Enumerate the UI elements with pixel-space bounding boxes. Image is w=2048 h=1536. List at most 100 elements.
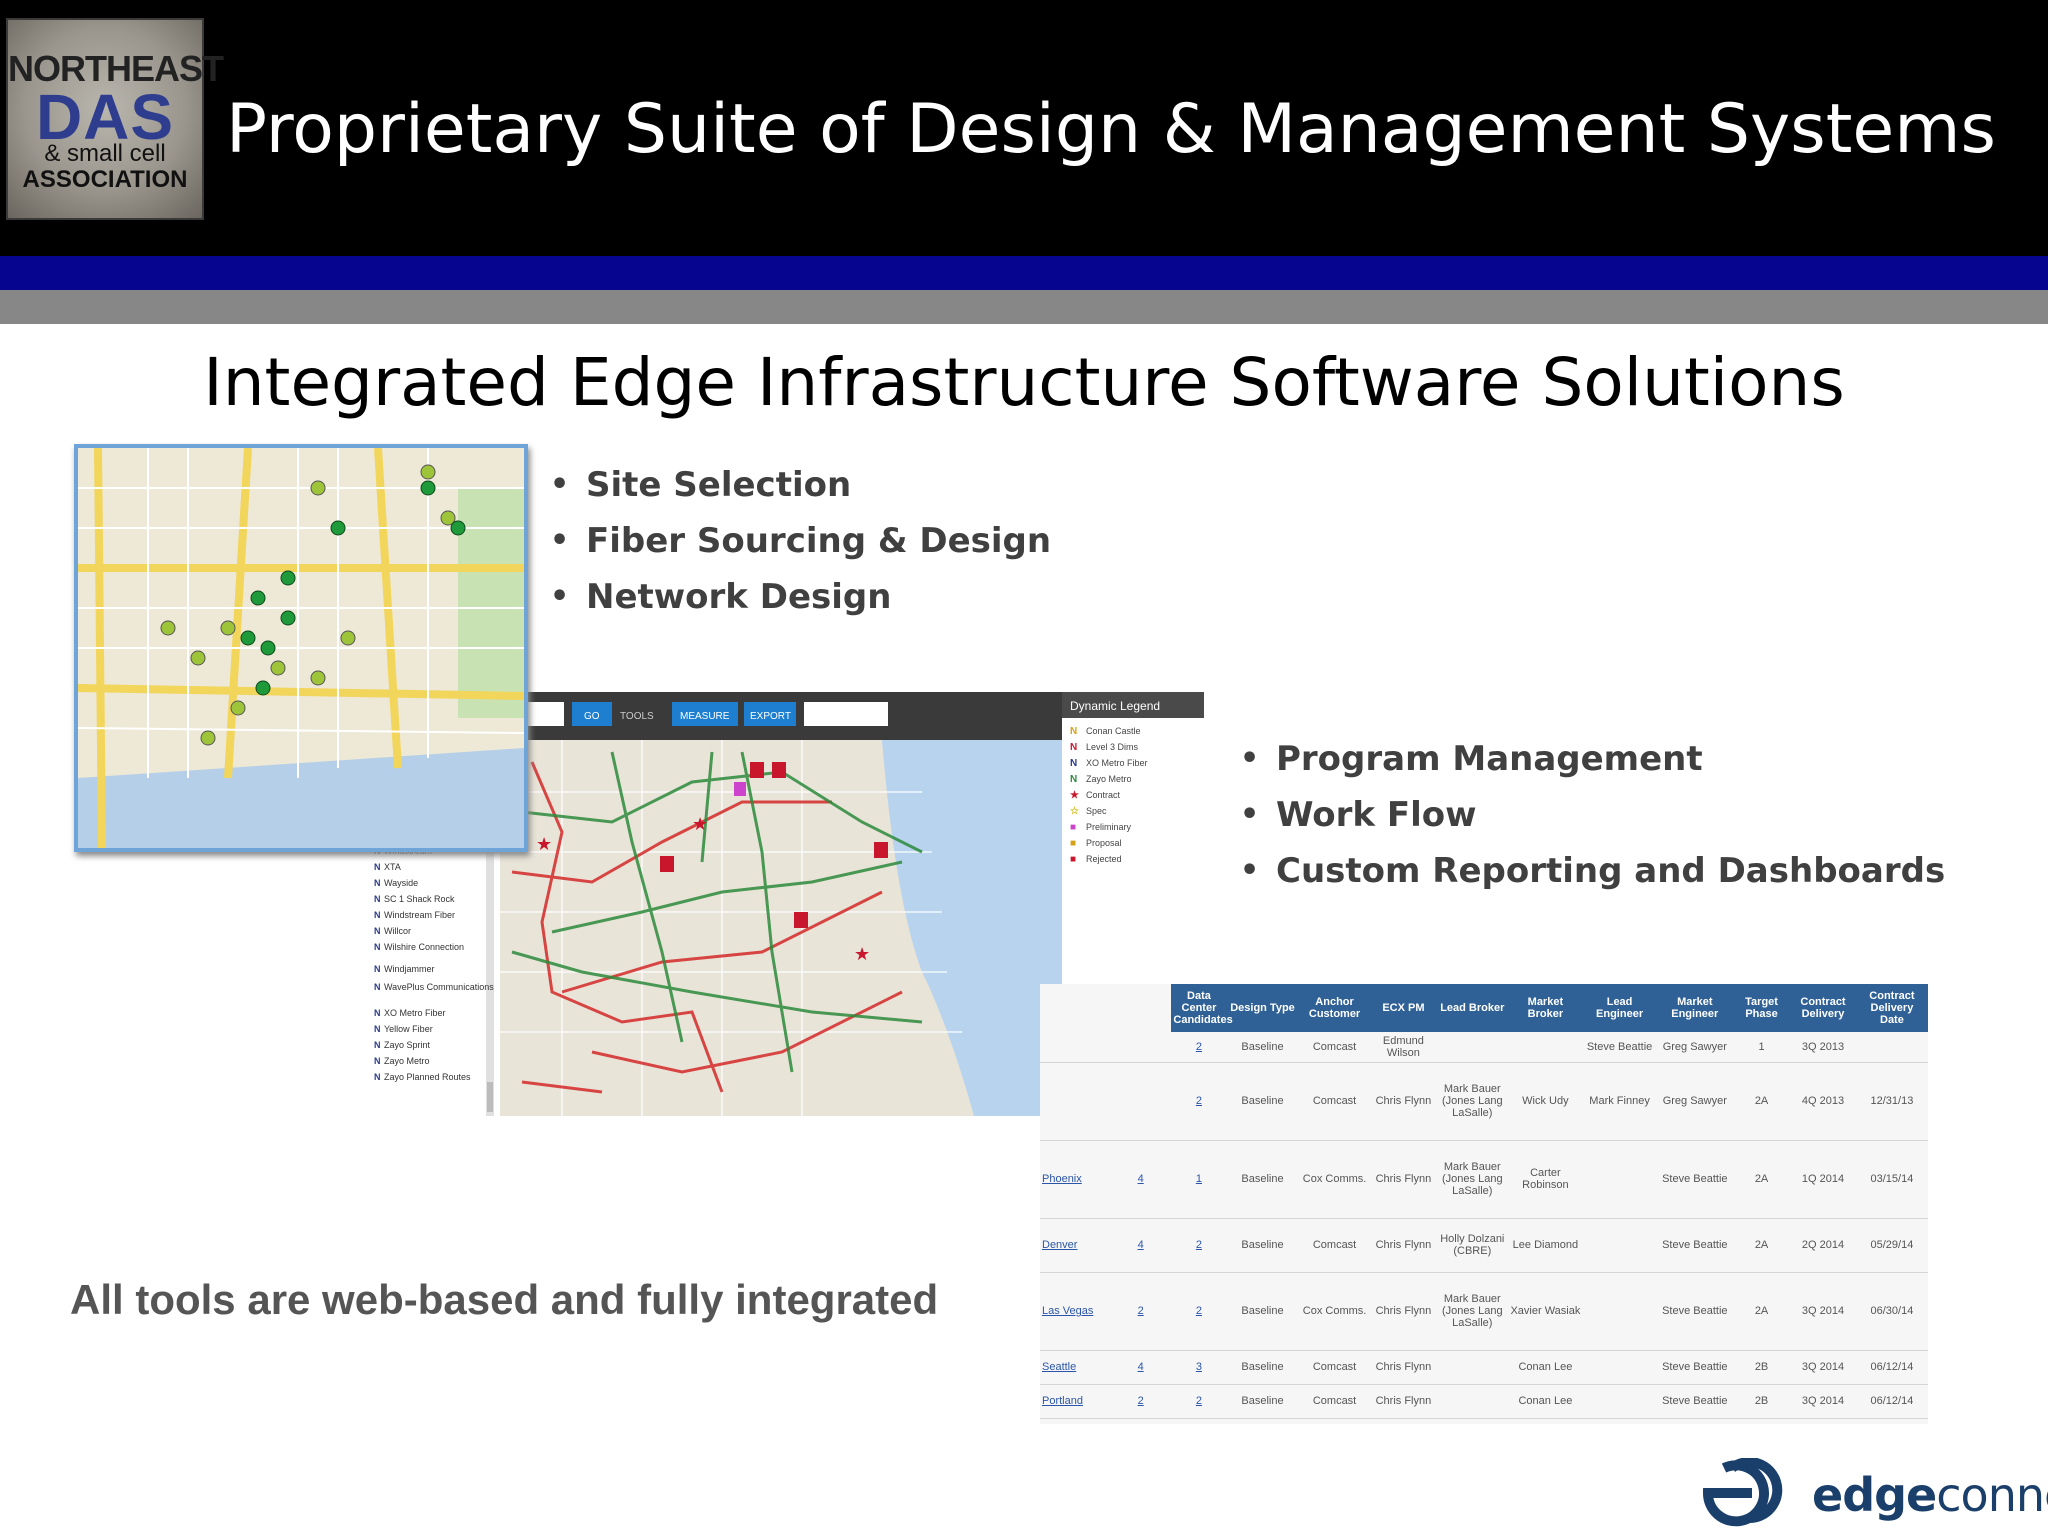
bullet-item: Network Design	[550, 569, 1051, 625]
column-header[interactable]: ECX PM	[1370, 984, 1437, 1032]
table-cell: 3	[1171, 1350, 1227, 1385]
legend-item: Level 3 Dims	[1086, 742, 1139, 752]
layer-item[interactable]: SC 1 Shack Rock	[384, 894, 455, 904]
go-button-label: GO	[584, 711, 600, 722]
column-header[interactable]: Lead Broker	[1436, 984, 1509, 1032]
count-link[interactable]: 2	[1196, 1239, 1202, 1251]
svg-text:★: ★	[692, 814, 708, 835]
table-cell: 06/30/14	[1855, 1272, 1928, 1351]
layer-item[interactable]: Wilshire Connection	[384, 942, 464, 952]
table-cell: 06/12/14	[1855, 1350, 1928, 1385]
table-cell: 3Q 2013	[1790, 1032, 1856, 1063]
table-cell: Comcast	[1298, 1032, 1371, 1063]
table-cell: Comcast	[1298, 1384, 1371, 1419]
layer-item[interactable]: Zayo Metro	[384, 1056, 430, 1066]
count-link[interactable]: 2	[1138, 1305, 1144, 1317]
site-map-graphic	[78, 448, 524, 848]
layer-item[interactable]: XO Metro Fiber	[384, 1008, 446, 1018]
svg-text:N: N	[374, 982, 381, 992]
column-header[interactable]: Contract Delivery	[1790, 984, 1856, 1032]
market-link[interactable]: Seattle	[1042, 1361, 1076, 1373]
table-cell: Mark Bauer (Jones Lang LaSalle)	[1436, 1272, 1509, 1351]
count-link[interactable]: 2	[1196, 1095, 1202, 1107]
tools-label[interactable]: TOOLS	[620, 711, 654, 722]
column-header[interactable]: Data Center Candidates	[1171, 984, 1233, 1032]
svg-text:N: N	[374, 1024, 381, 1034]
table-row: 2 Baseline Comcast Edmund Wilson Steve Beatt…	[1040, 1032, 1928, 1063]
svg-text:★: ★	[1070, 790, 1079, 801]
layer-item[interactable]: Willcor	[384, 926, 411, 936]
integration-note: All tools are web-based and fully integr…	[70, 1276, 939, 1323]
table-cell: 4	[1109, 1350, 1172, 1385]
table-cell: Baseline	[1226, 1218, 1299, 1273]
table-cell: Steve Beattie	[1656, 1140, 1733, 1219]
site-selection-map-screenshot	[74, 444, 528, 852]
layer-item[interactable]: XTA	[384, 862, 401, 872]
table-cell: Mark Bauer (Jones Lang LaSalle)	[1436, 1140, 1509, 1219]
column-header[interactable]: Lead Engineer	[1582, 984, 1657, 1032]
market-link[interactable]: Las Vegas	[1042, 1305, 1093, 1317]
legend-item: XO Metro Fiber	[1086, 758, 1148, 768]
column-header[interactable]: Market Broker	[1508, 984, 1583, 1032]
table-cell: Cox Comms.	[1298, 1272, 1371, 1351]
layer-item[interactable]: Zayo Planned Routes	[384, 1072, 471, 1082]
count-link[interactable]: 4	[1138, 1361, 1144, 1373]
column-header[interactable]: Anchor Customer	[1298, 984, 1371, 1032]
count-link[interactable]: 2	[1196, 1305, 1202, 1317]
count-link[interactable]: 3	[1196, 1361, 1202, 1373]
table-cell: 2B	[1732, 1384, 1791, 1419]
table-cell: Comcast	[1298, 1218, 1371, 1273]
table-cell: Steve Beattie	[1656, 1218, 1733, 1273]
layer-item[interactable]: WavePlus Communications	[384, 982, 494, 992]
column-header[interactable]: Target Phase	[1732, 984, 1791, 1032]
svg-text:N: N	[374, 942, 381, 952]
table-cell: 3Q 2014	[1790, 1350, 1856, 1385]
layer-item[interactable]: Yellow Fiber	[384, 1024, 433, 1034]
table-cell: Denver	[1040, 1218, 1110, 1273]
legend-item: Spec	[1086, 806, 1107, 816]
slide-header: NORTHEAST DAS & small cell ASSOCIATION P…	[0, 0, 2048, 256]
table-cell: Chris Flynn	[1370, 1272, 1437, 1351]
table-cell: 1	[1171, 1140, 1227, 1219]
table-cell	[1582, 1350, 1657, 1385]
edgeconnex-wordmark-bold: edge	[1812, 1468, 1937, 1522]
bullet-item: Program Management	[1240, 731, 1945, 787]
table-cell	[1109, 1032, 1172, 1063]
table-cell: Wick Udy	[1508, 1062, 1583, 1141]
column-header	[1040, 984, 1110, 1032]
layer-item[interactable]: Windjammer	[384, 964, 435, 974]
table-cell	[1582, 1218, 1657, 1273]
column-header[interactable]: Market Engineer	[1656, 984, 1733, 1032]
program-table: Data Center Candidates Design Type Ancho…	[1040, 984, 1928, 1419]
market-link[interactable]: Denver	[1042, 1239, 1077, 1251]
column-header[interactable]: Contract Delivery Date	[1855, 984, 1928, 1032]
table-cell: 2	[1171, 1272, 1227, 1351]
svg-text:N: N	[374, 1072, 381, 1082]
count-link[interactable]: 4	[1138, 1239, 1144, 1251]
market-link[interactable]: Phoenix	[1042, 1173, 1082, 1185]
svg-text:N: N	[1070, 726, 1077, 737]
logo-line-4: ASSOCIATION	[22, 166, 188, 193]
count-link[interactable]: 1	[1196, 1173, 1202, 1185]
svg-text:N: N	[1070, 774, 1077, 785]
svg-text:N: N	[1070, 742, 1077, 753]
export-button-label: EXPORT	[750, 711, 791, 722]
column-header[interactable]: Design Type	[1226, 984, 1299, 1032]
count-link[interactable]: 2	[1138, 1395, 1144, 1407]
svg-text:N: N	[374, 894, 381, 904]
count-link[interactable]: 2	[1196, 1041, 1202, 1053]
layer-item[interactable]: Windstream Fiber	[384, 910, 455, 920]
layer-item[interactable]: Zayo Sprint	[384, 1040, 431, 1050]
layer-item[interactable]: Wayside	[384, 878, 418, 888]
table-cell: Cox Comms.	[1298, 1140, 1371, 1219]
count-link[interactable]: 4	[1138, 1173, 1144, 1185]
blue-divider	[0, 256, 2048, 290]
market-link[interactable]: Portland	[1042, 1395, 1083, 1407]
table-cell: 2	[1171, 1384, 1227, 1419]
count-link[interactable]: 2	[1196, 1395, 1202, 1407]
table-row: Portland 2 2 Baseline Comcast Chris Flynn Cona…	[1040, 1384, 1928, 1419]
svg-text:★: ★	[854, 944, 870, 965]
table-cell: Mark Finney	[1582, 1062, 1657, 1141]
radius-select[interactable]	[804, 702, 888, 726]
table-cell: Conan Lee	[1508, 1350, 1583, 1385]
